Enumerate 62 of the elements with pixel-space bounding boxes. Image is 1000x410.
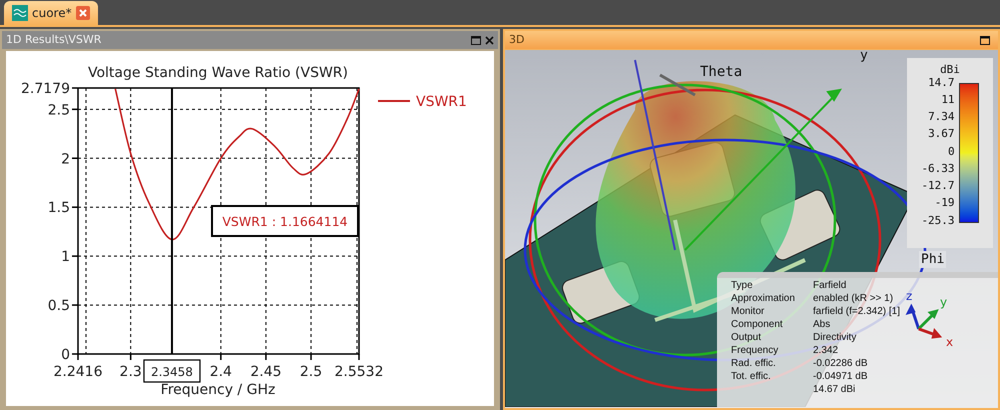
y-tick-label: 2 [61, 151, 70, 168]
z-axis-label: z [906, 288, 912, 305]
panel-title: 3D [509, 32, 526, 48]
info-label: Tot. effic. [731, 370, 772, 383]
x-axis-title: Frequency / GHz [160, 382, 276, 398]
info-value: 2.342 [813, 344, 840, 357]
y-tick-label: 2.5 [48, 102, 70, 118]
x-tick-label: 2.4 [210, 364, 232, 380]
legend-tick-label: -25.3 [921, 214, 955, 226]
close-icon[interactable] [76, 6, 90, 20]
y-tick-label: 1 [61, 249, 70, 266]
info-value: enabled (kR >> 1) [813, 292, 894, 305]
x-tick-label: 2.45 [250, 364, 282, 380]
x-tick-label: 2.3 [120, 364, 142, 380]
close-icon[interactable] [485, 36, 494, 44]
phi-label: Phi [919, 251, 946, 268]
tab-label: cuore* [32, 5, 72, 22]
info-value: Directivity [813, 331, 858, 344]
legend-tick-label: -12.7 [921, 180, 955, 192]
x-tick-label: 2.2416 [54, 364, 102, 380]
theta-label: Theta [700, 63, 742, 82]
chart-title: Voltage Standing Wave Ratio (VSWR) [88, 65, 348, 81]
y-tick-label: 2.7179 [21, 81, 70, 97]
legend-tick-label: 3.67 [928, 128, 955, 140]
y-tick-label: 1.5 [48, 200, 70, 216]
maximize-icon[interactable] [471, 36, 481, 44]
y-tick-label: 0.5 [48, 298, 70, 314]
info-value: farfield (f=2.342) [1] [813, 305, 900, 318]
x-tick-label: 2.5532 [334, 364, 384, 380]
info-value: -0.04971 dB [813, 370, 868, 383]
info-label: Type [731, 279, 754, 292]
info-label: Frequency [731, 344, 780, 357]
info-value: 14.67 dBi [813, 383, 856, 396]
maximize-icon[interactable] [980, 36, 990, 44]
panel-title: 1D Results\VSWR [6, 32, 102, 48]
info-label: Output [731, 331, 762, 344]
info-value: Farfield [813, 279, 848, 292]
legend-unit: dBi [940, 62, 960, 78]
x-tick-label: 2.5 [300, 364, 322, 380]
info-label: Monitor [731, 305, 766, 318]
legend-tick-label: 0 [948, 146, 955, 158]
info-label: Approximation [731, 292, 796, 305]
waves-icon [12, 5, 28, 21]
legend-tick-label: -6.33 [921, 162, 955, 175]
triad-y-label: y [940, 294, 948, 311]
legend-tick-label: 7.34 [928, 111, 955, 123]
info-label: Component [731, 318, 784, 331]
legend-label: VSWR1 [416, 94, 467, 110]
x-axis-label: x [946, 334, 954, 351]
document-tab[interactable]: cuore* [4, 1, 98, 25]
info-value: -0.02286 dB [813, 357, 868, 370]
legend-line-icon [378, 100, 410, 102]
legend-tick-label: -19 [934, 197, 955, 210]
legend-tick-label: 11 [941, 94, 955, 106]
marker-frequency-label: 2.3458 [150, 365, 193, 379]
y-tick-label: 0 [61, 347, 70, 363]
legend-tick-label: 14.7 [928, 76, 955, 88]
info-label: Rad. effic. [731, 357, 777, 370]
y-axis-label: y [860, 50, 868, 65]
marker-frequency-frame [143, 359, 201, 383]
marker-readout: VSWR1 : 1.1664114 [222, 214, 348, 229]
info-value: Abs [813, 318, 832, 331]
